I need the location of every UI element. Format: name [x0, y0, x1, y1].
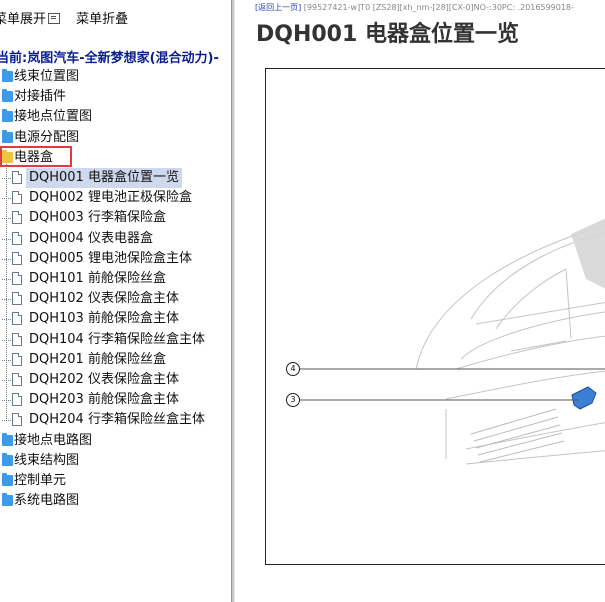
folder-icon: [2, 109, 13, 123]
document-icon: [12, 373, 22, 386]
vehicle-illustration: [298, 218, 605, 465]
tree-document-label: DQH203 前舱保险盒主体: [29, 392, 179, 408]
tree-folder-label: 接地点电路图: [14, 432, 93, 448]
tree-folder-label: 对接插件: [14, 89, 67, 105]
tree-document-label: DQH202 仪表保险盒主体: [29, 372, 179, 387]
document-icon: [12, 231, 22, 245]
tree-document-0[interactable]: DQH001 电器盒位置一览: [0, 168, 231, 188]
tree-folder-0[interactable]: 线束位置图: [0, 67, 231, 87]
breadcrumb-path: [99527421-w]T0 [ZS28][xh_nm-[28][CX-0]NO…: [301, 3, 574, 12]
document-icon: [12, 211, 22, 225]
tree-folder-1[interactable]: 对接插件: [0, 87, 231, 107]
tree-document-label: DQH101 前舱保险丝盒: [29, 271, 166, 286]
tree-document-4[interactable]: DQH005 锂电池保险盒主体: [0, 249, 231, 269]
tree-document-11[interactable]: DQH203 前舱保险盒主体: [0, 390, 231, 410]
tree-document-label: DQH003 行李箱保险盒: [29, 210, 166, 226]
fuse-box-part: [571, 386, 597, 410]
tree-document-label: DQH002 锂电池正极保险盒: [29, 190, 192, 206]
tree-document-label: DQH204 行李箱保险丝盒主体: [29, 412, 205, 428]
document-icon: [12, 352, 22, 366]
menu-expand-button[interactable]: 菜单展开: [0, 8, 66, 27]
tree-document-label: DQH103 前舱保险盒主体: [29, 311, 179, 327]
folder-icon: [2, 452, 13, 466]
tree-folder-label: 电源分配图: [14, 129, 80, 145]
tree-document-10[interactable]: DQH202 仪表保险盒主体: [0, 370, 231, 390]
tree-document-1[interactable]: DQH002 锂电池正极保险盒: [0, 188, 231, 208]
tree-folder-label: 系统电路图: [14, 493, 80, 509]
tree-document-8[interactable]: DQH104 行李箱保险丝盒主体: [0, 330, 231, 350]
callout-marker: 3: [286, 393, 300, 407]
selection-highlight-box: [0, 146, 72, 167]
page-title: DQH001 电器盒位置一览: [256, 22, 519, 47]
breadcrumb: [返回上一页] [99527421-w]T0 [ZS28][xh_nm-[28]…: [255, 2, 574, 13]
menu-bar: 菜单展开 菜单折叠: [0, 8, 134, 27]
tree-document-7[interactable]: DQH103 前舱保险盒主体: [0, 309, 231, 329]
tree-folder-7[interactable]: 控制单元: [0, 471, 231, 491]
content-pane: [返回上一页] [99527421-w]T0 [ZS28][xh_nm-[28]…: [235, 0, 605, 602]
tree-document-label: DQH001 电器盒位置一览: [26, 168, 182, 188]
folder-icon: [2, 493, 13, 507]
tree-document-label: DQH102 仪表保险盒主体: [29, 291, 179, 307]
callout-marker: 4: [286, 362, 300, 376]
expand-icon: [48, 13, 61, 24]
tree-document-12[interactable]: DQH204 行李箱保险丝盒主体: [0, 410, 231, 430]
folder-icon: [2, 129, 13, 143]
document-icon: [12, 272, 22, 285]
tree-folder-label: 线束位置图: [14, 69, 80, 84]
tree-document-label: DQH104 行李箱保险丝盒主体: [29, 331, 205, 347]
tree-document-3[interactable]: DQH004 仪表电器盒: [0, 229, 231, 249]
tree-folder-label: 控制单元: [14, 473, 67, 488]
document-icon: [12, 251, 22, 265]
folder-icon: [2, 89, 13, 103]
current-vehicle-label: 当前:岚图汽车-全新梦想家(混合动力)-: [0, 51, 219, 66]
tree-folder-3[interactable]: 电源分配图: [0, 128, 231, 148]
document-icon: [12, 413, 22, 427]
tree-connector: [6, 164, 7, 421]
document-icon: [12, 393, 22, 407]
tree-folder-6[interactable]: 线束结构图: [0, 451, 231, 471]
tree-document-9[interactable]: DQH201 前舱保险丝盒: [0, 350, 231, 370]
document-icon: [12, 332, 22, 346]
tree-folder-label: 线束结构图: [14, 452, 80, 468]
tree-document-6[interactable]: DQH102 仪表保险盒主体: [0, 289, 231, 309]
tree-document-2[interactable]: DQH003 行李箱保险盒: [0, 208, 231, 228]
back-link[interactable]: [返回上一页]: [255, 3, 301, 12]
document-icon: [12, 312, 22, 326]
tree-document-label: DQH004 仪表电器盒: [29, 230, 153, 246]
tree-document-5[interactable]: DQH101 前舱保险丝盒: [0, 269, 231, 289]
folder-icon: [2, 473, 13, 486]
folder-icon: [2, 69, 13, 82]
tree-document-label: DQH005 锂电池保险盒主体: [29, 250, 192, 266]
menu-collapse-button[interactable]: 菜单折叠: [76, 8, 128, 27]
document-icon: [12, 191, 22, 205]
document-icon: [12, 171, 22, 184]
tree-folder-5[interactable]: 接地点电路图: [0, 431, 231, 451]
tree-folder-label: 接地点位置图: [14, 109, 93, 125]
folder-icon: [2, 432, 13, 446]
navigation-pane: 菜单展开 菜单折叠 当前:岚图汽车-全新梦想家(混合动力)- 线束位置图对接插件…: [0, 0, 231, 602]
location-diagram: 4 3: [265, 68, 605, 565]
document-icon: [12, 292, 22, 306]
tree-folder-8[interactable]: 系统电路图: [0, 491, 231, 511]
tree-document-label: DQH201 前舱保险丝盒: [29, 351, 166, 367]
tree-folder-2[interactable]: 接地点位置图: [0, 107, 231, 127]
